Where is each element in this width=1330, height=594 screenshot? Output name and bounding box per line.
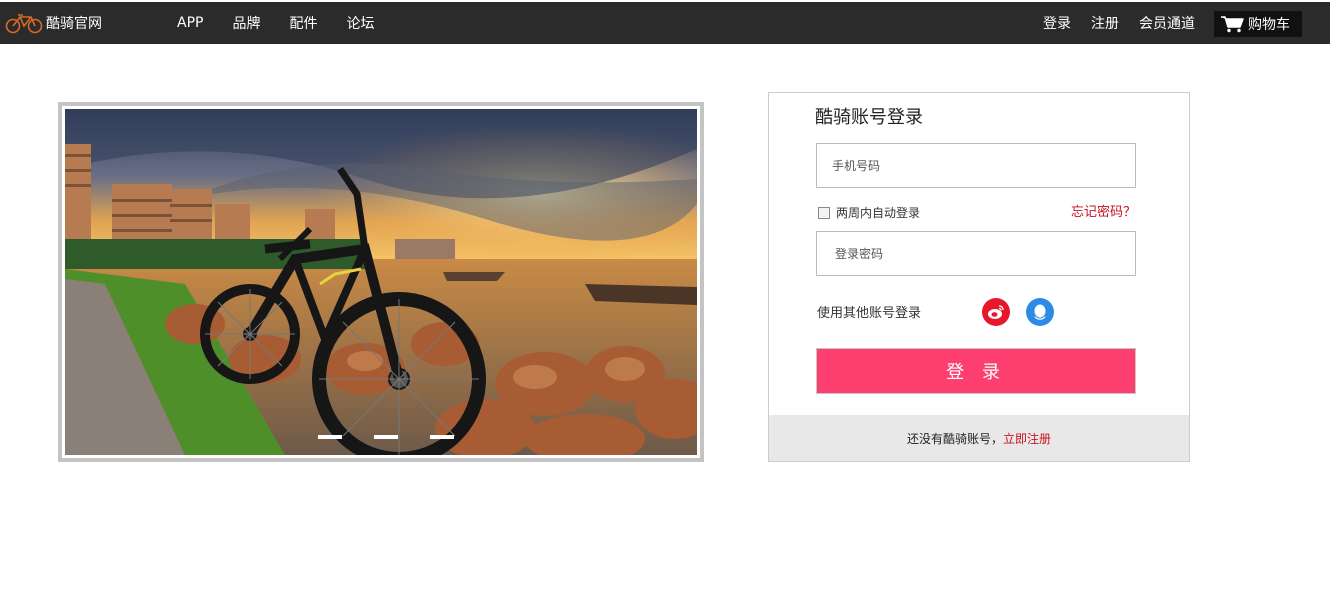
phone-field: [816, 143, 1136, 188]
register-prompt: 还没有酷骑账号， 立即注册: [769, 415, 1189, 461]
slider-dot-3[interactable]: [430, 435, 454, 439]
nav-forum[interactable]: 论坛: [346, 13, 374, 33]
slider-dot-1[interactable]: [318, 435, 342, 439]
remember-checkbox[interactable]: [818, 206, 830, 219]
forgot-password-link[interactable]: 忘记密码？: [1071, 201, 1136, 220]
cart-button[interactable]: 购物车: [1214, 11, 1302, 37]
image-slider: [58, 102, 704, 462]
remember-me: 两周内自动登录: [818, 204, 920, 221]
qq-icon: [1034, 304, 1046, 320]
qq-login-button[interactable]: [1026, 298, 1054, 326]
nav-brand[interactable]: 品牌: [232, 13, 260, 33]
brand-logo[interactable]: 酷骑官网: [5, 2, 102, 44]
header-register-link[interactable]: 注册: [1091, 13, 1119, 33]
password-input[interactable]: [817, 232, 1135, 275]
password-field: [816, 231, 1136, 276]
other-login-label: 使用其他账号登录: [817, 306, 922, 321]
weibo-icon: [988, 305, 1004, 319]
cart-icon: [1221, 16, 1244, 33]
slider-dot-2[interactable]: [374, 435, 398, 439]
cart-label: 购物车: [1248, 17, 1290, 33]
bicycle-sunset-image: [65, 109, 697, 455]
slider-dots: [318, 435, 486, 439]
nav-accessories[interactable]: 配件: [289, 13, 317, 33]
login-panel: 酷骑账号登录 两周内自动登录 忘记密码？ 使用其他账号登录 登 录 还没有酷骑账…: [768, 92, 1190, 462]
login-button[interactable]: 登 录: [816, 348, 1136, 394]
top-nav-bar: 酷骑官网 APP 品牌 配件 论坛 登录 注册 会员通道 购物车: [0, 2, 1330, 44]
slide-bicycle-photo[interactable]: [65, 109, 697, 455]
register-now-link[interactable]: 立即注册: [1003, 430, 1051, 447]
brand-name: 酷骑官网: [46, 16, 102, 32]
member-channel-link[interactable]: 会员通道: [1139, 13, 1195, 33]
login-title: 酷骑账号登录: [815, 107, 923, 128]
header-login-link[interactable]: 登录: [1043, 13, 1071, 33]
slider-frame: [62, 106, 700, 458]
main-nav: APP 品牌 配件 论坛: [177, 2, 403, 44]
weibo-login-button[interactable]: [982, 298, 1010, 326]
bicycle-logo-icon: [5, 14, 43, 34]
remember-label: 两周内自动登录: [836, 206, 921, 220]
nav-app[interactable]: APP: [177, 15, 203, 31]
register-prompt-text: 还没有酷骑账号，: [906, 431, 1003, 446]
phone-input[interactable]: [817, 144, 1135, 187]
